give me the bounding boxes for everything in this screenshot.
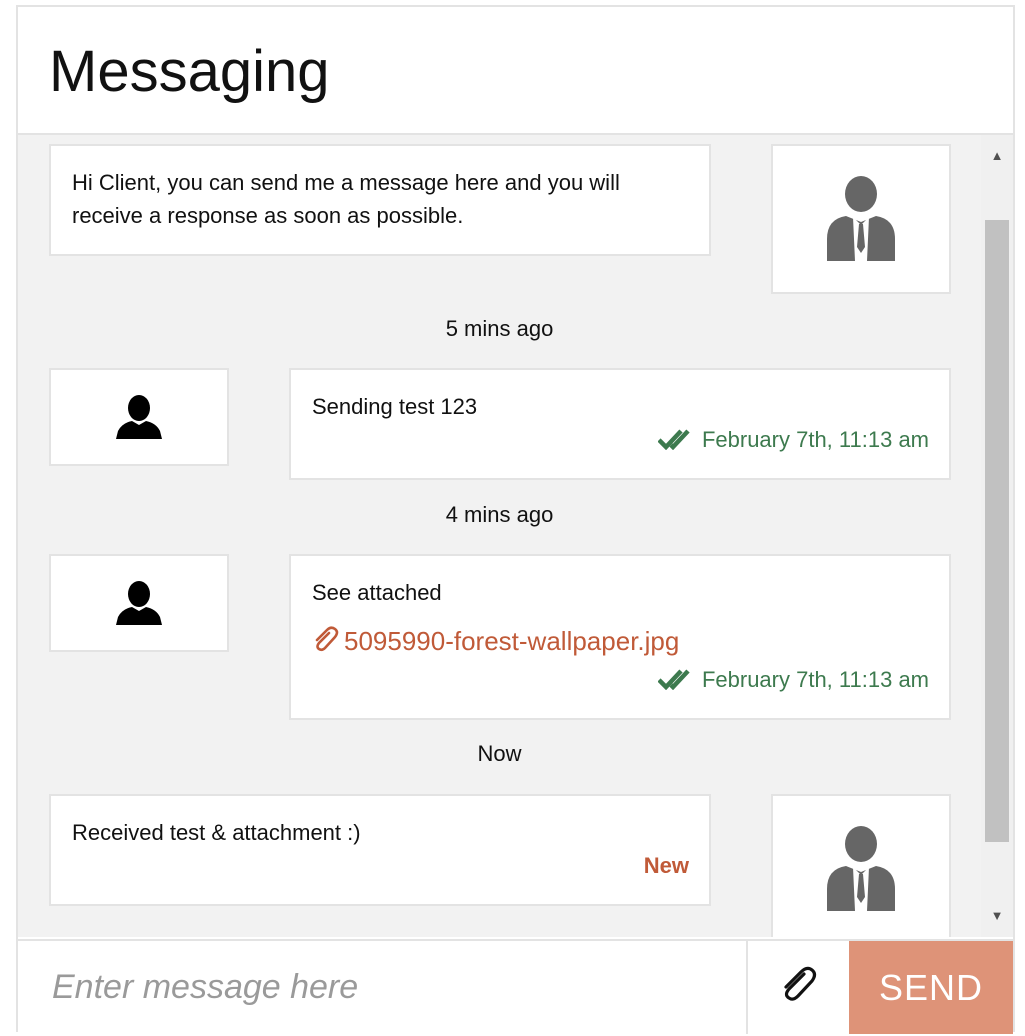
page-title: Messaging	[49, 39, 330, 104]
client-avatar	[49, 554, 229, 652]
person-silhouette-icon	[116, 395, 162, 439]
agent-avatar	[771, 794, 951, 937]
paperclip-icon	[784, 966, 817, 1001]
attach-file-button[interactable]	[748, 941, 849, 1034]
message-input[interactable]	[18, 941, 748, 1034]
message-composer: SEND	[18, 939, 1013, 1036]
message-timestamp: February 7th, 11:13 am	[701, 667, 929, 692]
double-check-icon	[657, 429, 690, 450]
messaging-panel: Messaging Hi Client, you can send me a m…	[16, 5, 1015, 1036]
arrow-up-icon[interactable]: ▲	[981, 141, 1013, 171]
time-separator: 5 mins ago	[445, 316, 554, 341]
message-text: See attached	[312, 580, 442, 605]
businessman-avatar-icon	[827, 176, 895, 261]
businessman-avatar-icon	[827, 826, 895, 911]
thread-scrollbar[interactable]: ▲ ▼	[981, 135, 1013, 937]
message-text: Hi Client, you can send me a message her…	[72, 170, 620, 228]
client-message-bubble: See attached 5095990-forest-wallpaper.jp…	[289, 554, 951, 720]
client-avatar	[49, 368, 229, 466]
paperclip-icon	[315, 626, 339, 652]
time-separator: Now	[477, 741, 522, 766]
agent-message-bubble: Hi Client, you can send me a message her…	[49, 144, 711, 256]
agent-avatar	[771, 144, 951, 294]
arrow-down-icon[interactable]: ▼	[981, 901, 1013, 931]
message-text: Received test & attachment :)	[72, 820, 361, 845]
message-meta: February 7th, 11:13 am	[657, 667, 929, 693]
message-thread[interactable]: Hi Client, you can send me a message her…	[18, 135, 1013, 937]
scrollbar-thumb[interactable]	[985, 220, 1009, 842]
message-text: Sending test 123	[312, 394, 478, 419]
double-check-icon	[657, 669, 690, 690]
person-silhouette-icon	[116, 581, 162, 625]
attachment-filename: 5095990-forest-wallpaper.jpg	[344, 626, 680, 656]
attachment-link[interactable]: 5095990-forest-wallpaper.jpg	[312, 626, 679, 657]
message-timestamp: February 7th, 11:13 am	[701, 427, 929, 452]
client-message-bubble: Sending test 123 February 7th, 11:13 am	[289, 368, 951, 480]
new-badge: New	[643, 853, 689, 878]
time-separator: 4 mins ago	[445, 502, 554, 527]
messaging-header: Messaging	[18, 7, 1013, 135]
send-button[interactable]: SEND	[849, 941, 1013, 1034]
message-meta: February 7th, 11:13 am	[657, 427, 929, 453]
agent-message-bubble: Received test & attachment :) New	[49, 794, 711, 906]
